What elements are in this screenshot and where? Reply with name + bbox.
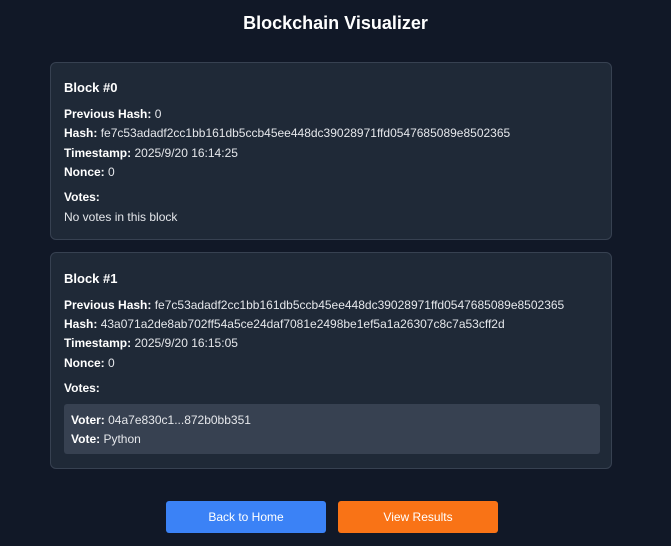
back-to-home-button[interactable]: Back to Home [166, 501, 326, 533]
vote-field: Vote: Python [71, 432, 141, 447]
hash-field: Hash: 43a071a2de8ab702ff54a5ce24daf7081e… [64, 317, 505, 332]
view-results-button[interactable]: View Results [338, 501, 498, 533]
timestamp-value: 2025/9/20 16:14:25 [134, 146, 238, 160]
previous-hash-label: Previous Hash: [64, 298, 152, 312]
timestamp-field: Timestamp: 2025/9/20 16:15:05 [64, 336, 238, 351]
timestamp-value: 2025/9/20 16:15:05 [134, 336, 238, 350]
previous-hash-field: Previous Hash: fe7c53adadf2cc1bb161db5cc… [64, 298, 564, 313]
previous-hash-value: 0 [154, 107, 162, 121]
voter-label: Voter: [71, 413, 105, 427]
page-title: Blockchain Visualizer [243, 13, 428, 33]
block-title: Block #1 [64, 271, 118, 286]
nonce-field: Nonce: 0 [64, 165, 115, 180]
timestamp-label: Timestamp: [64, 336, 132, 350]
hash-label: Hash: [64, 317, 98, 331]
voter-field: Voter: 04a7e830c1...872b0bb351 [71, 413, 251, 428]
hash-field: Hash: fe7c53adadf2cc1bb161db5ccb45ee448d… [64, 126, 510, 141]
timestamp-field: Timestamp: 2025/9/20 16:14:25 [64, 146, 238, 161]
nonce-label: Nonce: [64, 356, 105, 370]
previous-hash-field: Previous Hash: 0 [64, 107, 161, 122]
vote-value: Python [103, 432, 141, 446]
hash-value: fe7c53adadf2cc1bb161db5ccb45ee448dc39028… [100, 126, 511, 140]
hash-label: Hash: [64, 126, 98, 140]
voter-value: 04a7e830c1...872b0bb351 [108, 413, 251, 427]
block-card: Block #0 Previous Hash: 0 Hash: fe7c53ad… [50, 62, 612, 240]
block-title: Block #0 [64, 80, 118, 95]
nonce-value: 0 [108, 356, 115, 370]
hash-value: 43a071a2de8ab702ff54a5ce24daf7081e2498be… [100, 317, 505, 331]
votes-heading: Votes: [64, 190, 100, 205]
nonce-field: Nonce: 0 [64, 356, 115, 371]
timestamp-label: Timestamp: [64, 146, 132, 160]
nonce-label: Nonce: [64, 165, 105, 179]
nonce-value: 0 [108, 165, 115, 179]
votes-label: Votes: [64, 381, 100, 395]
block-card: Block #1 Previous Hash: fe7c53adadf2cc1b… [50, 252, 612, 469]
previous-hash-label: Previous Hash: [64, 107, 152, 121]
votes-label: Votes: [64, 190, 100, 204]
no-votes-text: No votes in this block [64, 210, 178, 224]
votes-heading: Votes: [64, 381, 100, 396]
vote-entry: Voter: 04a7e830c1...872b0bb351 Vote: Pyt… [64, 404, 600, 454]
vote-label: Vote: [71, 432, 101, 446]
previous-hash-value: fe7c53adadf2cc1bb161db5ccb45ee448dc39028… [154, 298, 565, 312]
